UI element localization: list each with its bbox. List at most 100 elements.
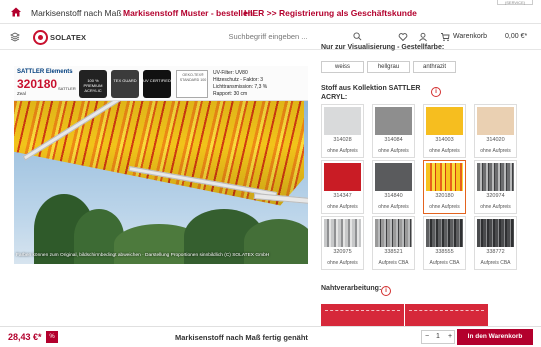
frame-color-hellgrau-button[interactable]: hellgrau	[367, 61, 410, 73]
cart-total[interactable]: 0,00 €*	[505, 33, 527, 40]
fabric-swatch-image	[324, 163, 361, 191]
search-icon[interactable]	[353, 32, 362, 41]
fabric-number: 314028	[333, 137, 352, 143]
fabric-swatch-image	[426, 219, 463, 247]
fabric-price-note: ohne Aufpreis	[327, 204, 358, 210]
fabric-price-note: ohne Aufpreis	[429, 204, 460, 210]
price: 28,43 €*	[8, 332, 42, 342]
fabric-price-note: ohne Aufpreis	[480, 148, 511, 154]
add-to-cart-button[interactable]: In den Warenkorb	[457, 329, 533, 345]
frame-color-anthrazit-button[interactable]: anthrazit	[413, 61, 456, 73]
seam-processing-heading: Nahtverarbeitung:	[321, 285, 382, 292]
discount-badge: %	[46, 331, 58, 343]
oeko-tex-label: OEKO-TEX® STANDARD 100	[176, 70, 208, 98]
fabric-price-note: ohne Aufpreis	[378, 204, 409, 210]
fabric-collection-heading-line2: ACRYL:	[321, 94, 348, 101]
fabric-swatch-320974[interactable]: 320974 ohne Aufpreis	[474, 160, 517, 214]
fabric-number: 320180	[435, 193, 454, 199]
quantity-stepper[interactable]: − 1 +	[421, 330, 455, 344]
image-caption: Farben können zum Original, bildschirmbe…	[16, 253, 270, 258]
qty-plus-button[interactable]: +	[448, 333, 452, 340]
fabric-swatch-314347[interactable]: 314347 ohne Aufpreis	[321, 160, 364, 214]
uv-filter-text: UV-Filter: UV80	[213, 70, 248, 76]
light-transmission-text: Lichttransmission: 7,3 %	[213, 84, 268, 90]
uv-certified-badge: UV CERTIFIED	[143, 70, 171, 98]
product-title: Markisenstoff nach Maß fertig genäht	[175, 333, 308, 342]
heat-protection-text: Hitzeschutz - Faktor: 3	[213, 77, 264, 83]
home-icon[interactable]	[10, 6, 22, 18]
fabric-swatch-image	[324, 219, 361, 247]
header: SOLATEX Suchbegriff eingeben ... Warenko…	[0, 24, 541, 50]
fabric-number: 320974	[486, 193, 505, 199]
fabric-number: 338555	[435, 249, 454, 255]
fabric-number: 314020	[486, 137, 505, 143]
fabric-swatch-314840[interactable]: 314840 ohne Aufpreis	[372, 160, 415, 214]
fabric-price-note: Aufpreis CBA	[378, 260, 409, 266]
info-icon[interactable]: i	[381, 286, 391, 296]
user-icon[interactable]	[418, 32, 428, 42]
fabric-price-note: ohne Aufpreis	[429, 148, 460, 154]
fabric-swatch-image	[426, 163, 463, 191]
swatch-label: Zeal	[17, 91, 26, 96]
qty-minus-button[interactable]: −	[425, 333, 429, 340]
fabric-swatch-314028[interactable]: 314028 ohne Aufpreis	[321, 104, 364, 158]
fabric-price-note: Aufpreis CBA	[480, 260, 511, 266]
rapport-text: Rapport: 30 cm	[213, 91, 248, 97]
series-title: SATTLER Elements	[17, 69, 73, 75]
fabric-price-note: ohne Aufpreis	[480, 204, 511, 210]
fabric-price-note: ohne Aufpreis	[378, 148, 409, 154]
nav-link-muster-bestellen[interactable]: Markisenstoff Muster - bestellen	[123, 8, 253, 18]
fabric-swatch-320180[interactable]: 320180 ohne Aufpreis	[423, 160, 466, 214]
qty-value[interactable]: 1	[436, 333, 440, 340]
heart-icon[interactable]	[398, 32, 408, 42]
frame-color-weiss-button[interactable]: weiss	[321, 61, 364, 73]
layers-menu-icon[interactable]	[10, 32, 20, 42]
sticky-buy-bar: 28,43 €* % Markisenstoff nach Maß fertig…	[0, 326, 541, 347]
fabric-swatch-image	[477, 219, 514, 247]
awning-photo	[14, 92, 308, 264]
fabric-price-note: Aufpreis CBA	[429, 260, 460, 266]
fabric-number: 314347	[333, 193, 352, 199]
service-tab[interactable]: (SERVICE)	[497, 0, 533, 5]
sattler-logo: SATTLER	[58, 86, 76, 91]
fabric-swatch-338772[interactable]: 338772 Aufpreis CBA	[474, 216, 517, 270]
fabric-swatch-314003[interactable]: 314003 ohne Aufpreis	[423, 104, 466, 158]
fabric-swatch-338555[interactable]: 338555 Aufpreis CBA	[423, 216, 466, 270]
fabric-price-note: ohne Aufpreis	[327, 260, 358, 266]
fabric-number: 314840	[384, 193, 403, 199]
logo-text: SOLATEX	[50, 32, 87, 42]
fabric-swatch-image	[426, 107, 463, 135]
fabric-number: 314003	[435, 137, 454, 143]
fabric-swatch-image	[375, 107, 412, 135]
fabric-swatch-image	[324, 107, 361, 135]
fabric-swatch-image	[375, 163, 412, 191]
frame-color-heading: Nur zur Visualisierung - Gestellfarbe:	[321, 44, 445, 51]
logo-mark-icon	[33, 29, 48, 45]
nav-link-registrierung[interactable]: HIER >> Registrierung als Geschäftskunde	[244, 8, 417, 18]
nav-link-markisenstoff[interactable]: Markisenstoff nach Maß	[31, 8, 122, 18]
product-number: 320180	[17, 77, 58, 91]
fabric-number: 338772	[486, 249, 505, 255]
acrylic-badge: 100 % PREMIUM ACRYLIC	[79, 70, 107, 98]
fabric-number: 338521	[384, 249, 403, 255]
fabric-swatch-338521[interactable]: 338521 Aufpreis CBA	[372, 216, 415, 270]
top-navigation: Markisenstoff nach Maß Markisenstoff Mus…	[0, 0, 541, 24]
fabric-swatch-image	[477, 107, 514, 135]
fabric-swatch-image	[477, 163, 514, 191]
product-info-bar: SATTLER Elements 320180 Zeal SATTLER 100…	[14, 66, 308, 101]
fabric-swatch-320975[interactable]: 320975 ohne Aufpreis	[321, 216, 364, 270]
search-input[interactable]: Suchbegriff eingeben ...	[176, 29, 360, 45]
fabric-number: 314084	[384, 137, 403, 143]
fabric-swatch-314084[interactable]: 314084 ohne Aufpreis	[372, 104, 415, 158]
cart-label[interactable]: Warenkorb	[453, 33, 487, 40]
tex-guard-badge: TEX GUARD	[111, 70, 139, 98]
fabric-collection-heading-line1: Stoff aus Kollektion SATTLER	[321, 85, 421, 92]
solatex-logo[interactable]: SOLATEX	[33, 29, 86, 45]
info-icon[interactable]: i	[431, 87, 441, 97]
product-image: SATTLER Elements 320180 Zeal SATTLER 100…	[14, 66, 308, 264]
cart-icon[interactable]	[440, 32, 450, 42]
fabric-swatch-314020[interactable]: 314020 ohne Aufpreis	[474, 104, 517, 158]
fabric-swatch-image	[375, 219, 412, 247]
fabric-number: 320975	[333, 249, 352, 255]
fabric-price-note: ohne Aufpreis	[327, 148, 358, 154]
